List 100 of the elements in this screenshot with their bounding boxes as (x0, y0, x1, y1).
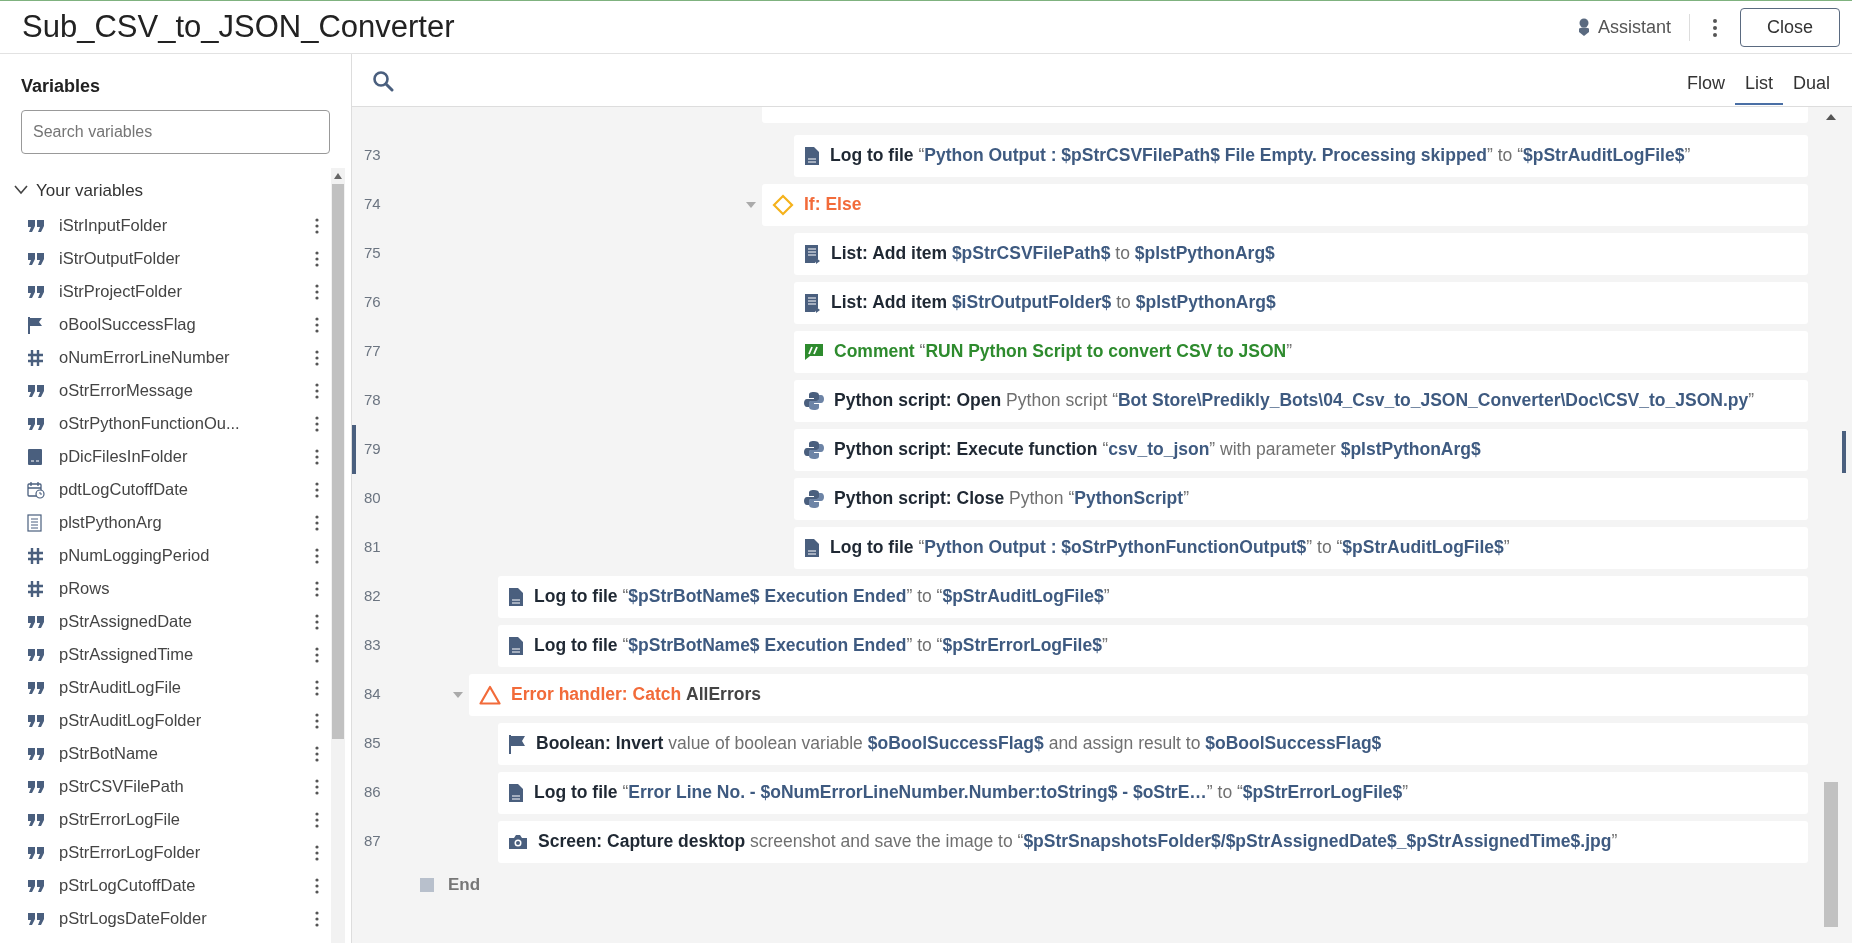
more-icon[interactable] (315, 679, 319, 696)
document-icon (508, 782, 524, 803)
variable-name[interactable]: pdtLogCutoffDate (59, 477, 315, 502)
search-icon[interactable] (372, 69, 394, 92)
line-number: 79 (352, 425, 404, 474)
view-tab[interactable]: List (1734, 55, 1783, 105)
more-icon[interactable] (315, 316, 319, 333)
quote-icon (27, 251, 45, 266)
flag-icon (508, 733, 526, 754)
panel-title: Variables (20, 75, 102, 98)
scroll-up-icon[interactable] (1825, 113, 1837, 121)
variable-name[interactable]: pRows (59, 576, 315, 601)
line-number: 74 (363, 194, 382, 215)
variable-name[interactable]: oNumErrorLineNumber (59, 345, 315, 370)
variable-name[interactable]: plstPythonArg (59, 510, 315, 535)
variable-name[interactable]: iStrOutputFolder (59, 246, 315, 271)
position-marker (1842, 431, 1846, 473)
more-icon[interactable] (315, 217, 319, 234)
line-number: 81 (363, 537, 382, 558)
more-icon[interactable] (315, 778, 319, 795)
variable-name[interactable]: oStrPythonFunctionOu... (59, 411, 315, 436)
quote-icon (27, 746, 45, 761)
window-title: Sub_CSV_to_JSON_Converter (22, 8, 456, 46)
scrollbar-thumb[interactable] (1824, 782, 1838, 927)
view-tab[interactable]: Flow (1676, 55, 1735, 105)
variable-name[interactable]: oBoolSuccessFlag (59, 312, 315, 337)
camera-icon (508, 833, 528, 850)
more-icon[interactable] (315, 877, 319, 894)
quote-icon (27, 911, 45, 926)
quote-icon (27, 878, 45, 893)
line-number: 73 (363, 145, 382, 166)
hash-icon (27, 349, 44, 367)
variable-name[interactable]: pStrErrorLogFolder (59, 840, 315, 865)
line-number: 76 (363, 292, 382, 313)
comment-icon (804, 342, 824, 361)
step-text[interactable]: Error handler: Catch AllErrors (511, 681, 761, 708)
quote-icon (27, 284, 45, 299)
variable-name[interactable]: pNumLoggingPeriod (59, 543, 315, 568)
more-icon[interactable] (315, 712, 319, 729)
more-icon[interactable] (315, 415, 319, 432)
quote-icon (27, 647, 45, 662)
quote-icon (27, 713, 45, 728)
variable-name[interactable]: pDicFilesInFolder (59, 444, 315, 469)
dictionary-icon (27, 447, 43, 466)
variable-name[interactable]: pStrAuditLogFolder (59, 708, 315, 733)
search-field[interactable]: Search variables (21, 109, 330, 154)
quote-icon (27, 812, 45, 827)
person-icon (1577, 18, 1590, 36)
line-number: 84 (363, 684, 382, 705)
variable-name[interactable]: pStrErrorLogFile (59, 807, 315, 832)
document-icon (804, 537, 820, 558)
variable-name[interactable]: pStrLogsDateFolder (59, 906, 315, 931)
quote-icon (27, 218, 45, 233)
variable-name[interactable]: pStrAuditLogFile (59, 675, 315, 700)
more-icon[interactable] (315, 448, 319, 465)
more-icon[interactable] (315, 283, 319, 300)
line-number: 78 (363, 390, 382, 411)
close-button[interactable]: Close (1739, 7, 1840, 47)
variable-name[interactable]: pStrCSVFilePath (59, 774, 315, 799)
more-icon[interactable] (315, 844, 319, 861)
more-icon[interactable] (315, 349, 319, 366)
variable-name[interactable]: pStrLogCutoffDate (59, 873, 315, 898)
scrollbar[interactable] (331, 167, 345, 943)
more-icon[interactable] (1711, 17, 1718, 38)
variable-name[interactable]: pStrAssignedDate (59, 609, 315, 634)
variable-name[interactable]: iStrProjectFolder (59, 279, 315, 304)
line-number: 77 (363, 341, 382, 362)
variable-name[interactable]: pStrBotName (59, 741, 315, 766)
more-icon[interactable] (315, 382, 319, 399)
view-tab[interactable]: Dual (1782, 55, 1840, 105)
line-number: 75 (363, 243, 382, 264)
more-icon[interactable] (315, 547, 319, 564)
hash-icon (27, 580, 44, 598)
variable-name[interactable]: oStrErrorMessage (59, 378, 315, 403)
more-icon[interactable] (315, 580, 319, 597)
more-icon[interactable] (315, 811, 319, 828)
hash-icon (27, 547, 44, 565)
more-icon[interactable] (315, 250, 319, 267)
variable-name[interactable]: pStrAssignedTime (59, 642, 315, 667)
quote-icon (27, 845, 45, 860)
more-icon[interactable] (315, 910, 319, 927)
more-icon[interactable] (315, 613, 319, 630)
variable-name[interactable]: iStrInputFolder (59, 213, 315, 238)
quote-icon (27, 680, 45, 695)
line-number: 86 (363, 782, 382, 803)
list-icon (804, 243, 821, 264)
assistant-button[interactable]: Assistant (1577, 13, 1690, 41)
group-header[interactable]: Your variables (0, 177, 331, 210)
more-icon[interactable] (315, 646, 319, 663)
list-icon (27, 513, 42, 532)
chevron-down-icon (14, 185, 28, 196)
end-label: End (448, 874, 481, 897)
more-icon[interactable] (315, 745, 319, 762)
scrollbar-thumb[interactable] (332, 183, 344, 739)
more-icon[interactable] (315, 514, 319, 531)
more-icon[interactable] (315, 481, 319, 498)
scroll-up-icon[interactable] (333, 171, 343, 180)
quote-icon (27, 416, 45, 431)
python-icon (804, 390, 824, 411)
document-icon (804, 145, 820, 166)
